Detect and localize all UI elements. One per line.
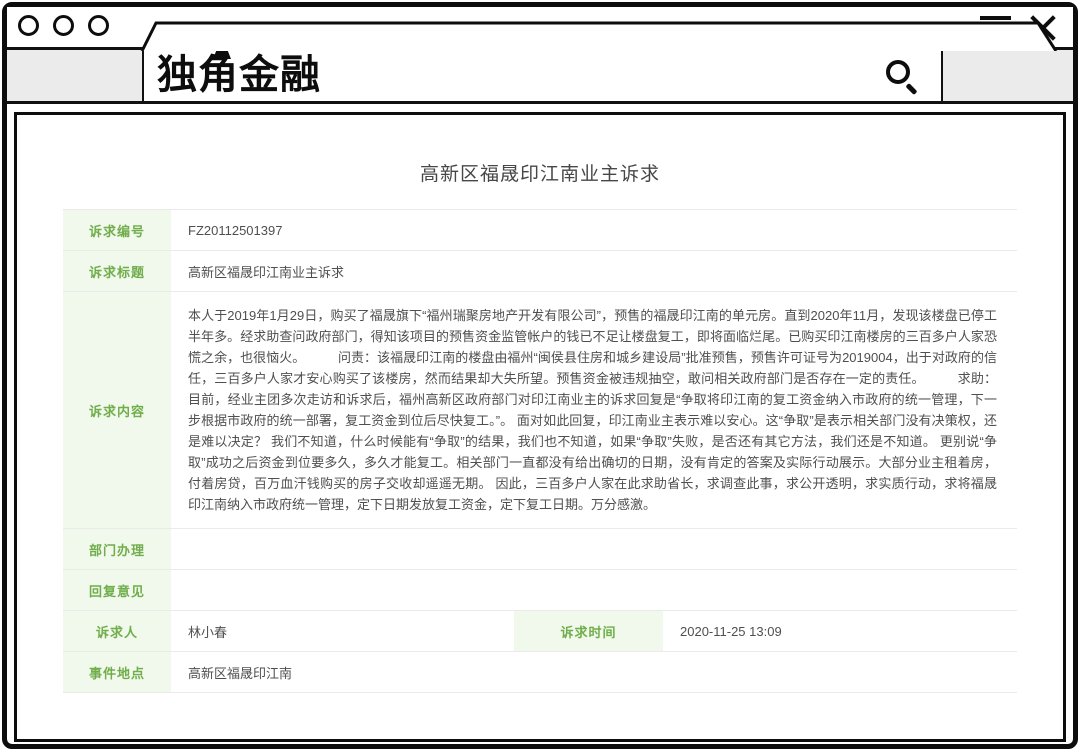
table-row-event-location: 事件地点 高新区福晟印江南 xyxy=(63,652,1017,693)
table-row-complaint-number: 诉求编号 FZ20112501397 xyxy=(63,210,1017,251)
row-label: 诉求标题 xyxy=(63,251,174,291)
window-dot-2[interactable] xyxy=(53,15,74,36)
logo-bar: 独角金融 xyxy=(7,50,1073,104)
browser-window: 独角金融 高新区福晟印江南业主诉求 诉求编号 FZ20112501397 诉求标… xyxy=(2,2,1078,749)
page-title: 高新区福晟印江南业主诉求 xyxy=(17,159,1063,186)
window-dot-3[interactable] xyxy=(88,15,109,36)
table-row-complaint-title: 诉求标题 高新区福晟印江南业主诉求 xyxy=(63,251,1017,292)
row-label: 诉求人 xyxy=(63,611,174,651)
table-row-department-handling: 部门办理 xyxy=(63,529,1017,570)
complainant-value: 林小春 xyxy=(174,611,511,651)
reply-opinion-value xyxy=(174,570,1017,610)
department-handling-value xyxy=(174,529,1017,569)
logo-text: 独角金融 xyxy=(157,53,321,97)
window-dot-1[interactable] xyxy=(18,15,39,36)
row-label: 回复意见 xyxy=(63,570,174,610)
page-content: 高新区福晟印江南业主诉求 诉求编号 FZ20112501397 诉求标题 高新区… xyxy=(14,112,1066,742)
complaint-time-value: 2020-11-25 13:09 xyxy=(666,611,1017,651)
row-label: 诉求内容 xyxy=(63,292,174,528)
browser-tab[interactable]: 独角金融 xyxy=(142,50,943,101)
row-label: 部门办理 xyxy=(63,529,174,569)
row-label: 事件地点 xyxy=(63,652,174,692)
table-row-reply-opinion: 回复意见 xyxy=(63,570,1017,611)
search-icon[interactable] xyxy=(885,59,919,93)
complaint-table: 诉求编号 FZ20112501397 诉求标题 高新区福晟印江南业主诉求 诉求内… xyxy=(63,209,1017,693)
site-logo[interactable]: 独角金融 xyxy=(157,53,321,97)
table-row-complaint-content: 诉求内容 本人于2019年1月29日，购买了福晟旗下“福州瑞聚房地产开发有限公司… xyxy=(63,292,1017,529)
complaint-content-value: 本人于2019年1月29日，购买了福晟旗下“福州瑞聚房地产开发有限公司”，预售的… xyxy=(174,292,1017,528)
window-controls xyxy=(18,15,109,36)
table-row-complainant-time: 诉求人 林小春 诉求时间 2020-11-25 13:09 xyxy=(63,611,1017,652)
event-location-value: 高新区福晟印江南 xyxy=(174,652,1017,692)
tab-outline xyxy=(140,21,1061,51)
complaint-title-value: 高新区福晟印江南业主诉求 xyxy=(174,251,1017,291)
row-label: 诉求时间 xyxy=(511,611,666,651)
complaint-number-value: FZ20112501397 xyxy=(174,210,1017,250)
row-label: 诉求编号 xyxy=(63,210,174,250)
